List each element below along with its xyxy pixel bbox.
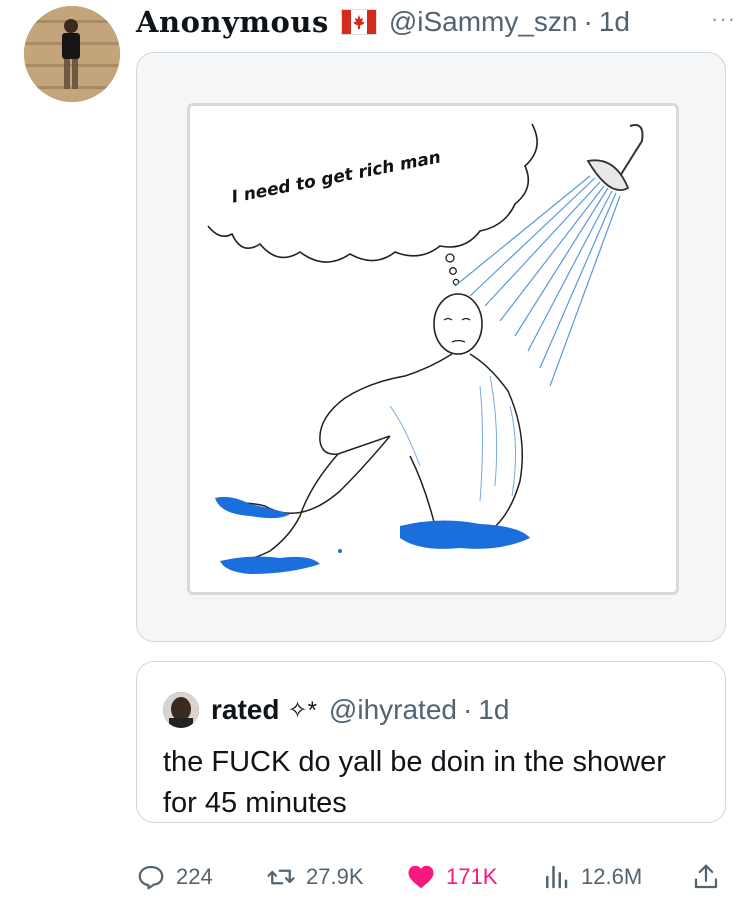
reply-icon	[138, 865, 164, 890]
tweet-media[interactable]: I need to get rich man	[136, 52, 726, 642]
author-display-name[interactable]: Anonymous	[136, 5, 329, 39]
separator-dot: ·	[462, 694, 473, 725]
reply-count: 224	[176, 864, 213, 889]
quoted-tweet-text: the FUCK do yall be doin in the shower f…	[163, 746, 666, 819]
heart-icon	[408, 865, 434, 889]
views-icon	[546, 865, 568, 889]
like-button[interactable]: 171K	[406, 862, 497, 892]
separator-dot: ·	[583, 6, 593, 37]
retweet-icon	[267, 869, 295, 885]
share-icon	[694, 864, 718, 889]
meme-image: I need to get rich man	[187, 103, 679, 595]
quoted-author-name[interactable]: rated	[211, 694, 279, 726]
sparkle-icon: ✧*	[287, 696, 317, 724]
tweet-actions: 224 27.9K 171K 12.6M	[136, 862, 724, 906]
retweet-button[interactable]: 27.9K	[266, 862, 364, 892]
canada-flag-icon	[340, 9, 377, 35]
tweet-header: Anonymous @iSammy_szn · 1d	[136, 4, 630, 40]
quoted-tweet[interactable]: rated ✧* @ihyrated · 1d the FUCK do yall…	[136, 661, 726, 823]
more-icon[interactable]: ···	[711, 6, 736, 32]
author-avatar[interactable]	[24, 6, 120, 102]
quoted-author-avatar[interactable]	[163, 692, 199, 728]
reply-button[interactable]: 224	[136, 862, 213, 892]
views-count: 12.6M	[581, 864, 643, 889]
quoted-timestamp[interactable]: 1d	[478, 694, 509, 726]
tweet-timestamp[interactable]: 1d	[599, 6, 630, 38]
like-count: 171K	[446, 864, 498, 889]
share-button[interactable]	[691, 862, 721, 892]
quoted-author-handle[interactable]: @ihyrated	[329, 694, 457, 726]
retweet-count: 27.9K	[306, 864, 364, 889]
views-button[interactable]: 12.6M	[541, 862, 642, 892]
author-handle[interactable]: @iSammy_szn	[389, 6, 578, 38]
quoted-tweet-header: rated ✧* @ihyrated · 1d	[163, 692, 509, 728]
